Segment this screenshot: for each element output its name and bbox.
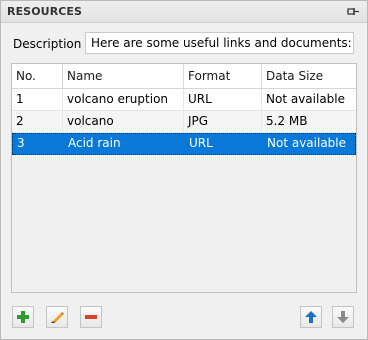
description-input[interactable] (85, 32, 354, 54)
plus-icon (17, 311, 29, 323)
table-row[interactable]: 2 volcano JPG 5.2 MB (12, 111, 356, 133)
cell-no: 2 (12, 111, 63, 132)
arrow-down-icon (337, 311, 349, 323)
table-row[interactable]: 1 volcano eruption URL Not available (12, 89, 356, 111)
table-header: No. Name Format Data Size (12, 64, 356, 89)
move-up-button[interactable] (300, 306, 322, 328)
cell-no: 1 (12, 89, 63, 110)
cell-format: URL (184, 89, 262, 110)
column-header-data-size[interactable]: Data Size (262, 64, 356, 88)
cell-name: Acid rain (68, 136, 121, 150)
cell-data-size: Not available (266, 92, 346, 106)
cell-data-size: Not available (267, 136, 347, 150)
cell-name: volcano eruption (63, 89, 184, 110)
panel-titlebar: RESOURCES (1, 1, 367, 23)
move-down-button[interactable] (332, 306, 354, 328)
cell-format: URL (189, 136, 213, 150)
remove-resource-button[interactable] (80, 306, 102, 328)
panel-title: RESOURCES (7, 5, 83, 18)
cell-data-size: 5.2 MB (266, 114, 308, 128)
cell-format: JPG (184, 111, 262, 132)
pin-icon[interactable] (347, 6, 359, 17)
minus-icon (85, 315, 97, 319)
column-header-no[interactable]: No. (12, 64, 63, 88)
table-empty-area (12, 155, 356, 292)
cell-no: 3 (17, 136, 25, 150)
add-resource-button[interactable] (12, 306, 34, 328)
column-header-name[interactable]: Name (63, 64, 184, 88)
cell-name: volcano (63, 111, 184, 132)
pencil-icon (51, 312, 64, 323)
edit-resource-button[interactable] (46, 306, 68, 328)
column-header-format[interactable]: Format (184, 64, 262, 88)
resources-table[interactable]: No. Name Format Data Size 1 volcano erup… (11, 63, 357, 293)
description-label: Description (13, 37, 82, 51)
arrow-up-icon (305, 311, 317, 323)
table-row-selected[interactable]: 3 Acid rain URL Not available (12, 133, 356, 155)
resources-panel: RESOURCES Description No. Name Format Da… (0, 0, 368, 340)
